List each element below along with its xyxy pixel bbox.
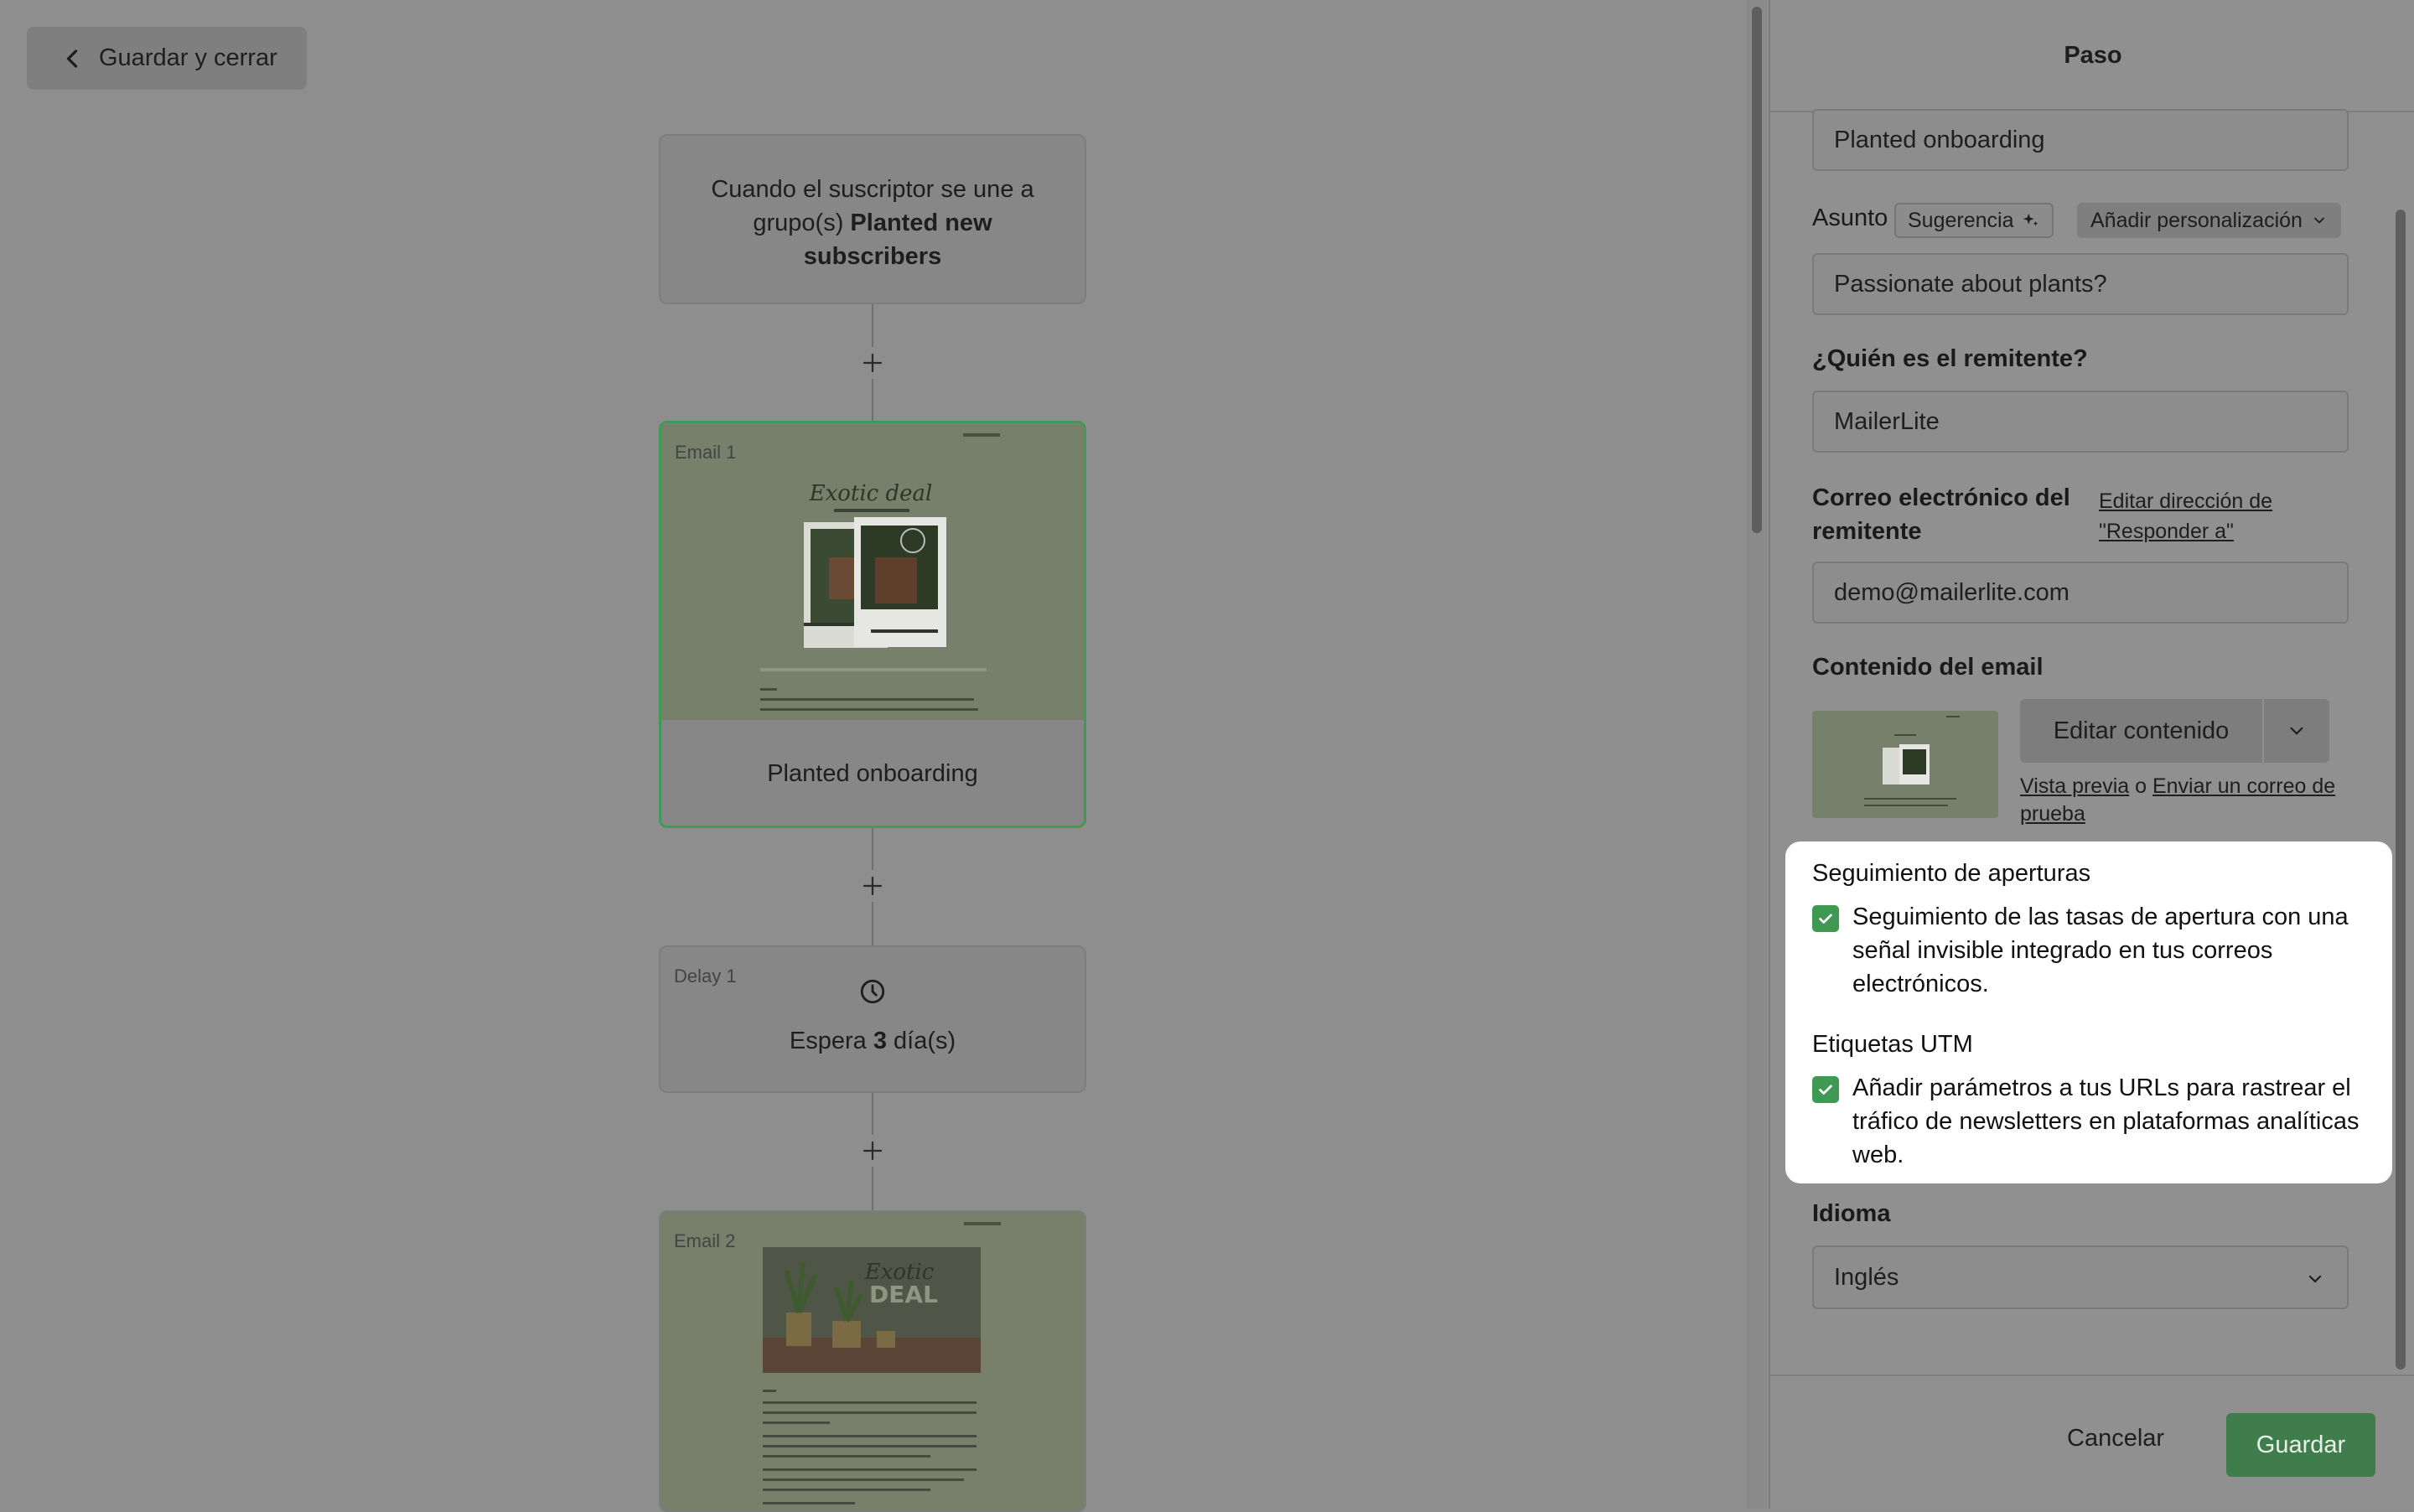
utm-checkbox[interactable] (1812, 1076, 1839, 1103)
delay-suffix: día(s) (886, 1028, 956, 1054)
panel-title: Paso (1770, 0, 2414, 112)
or-text: o (2129, 774, 2152, 798)
trigger-card[interactable]: Cuando el suscriptor se une a grupo(s) P… (659, 134, 1086, 304)
add-step-button[interactable] (857, 870, 888, 902)
delay-text: Espera 3 día(s) (660, 1028, 1085, 1055)
email-step-tag: Email 1 (675, 442, 737, 463)
language-label: Idioma (1812, 1200, 1891, 1227)
email-step-name: Planted onboarding (661, 720, 1084, 826)
add-step-button[interactable] (857, 347, 888, 379)
language-select[interactable]: Inglés (1812, 1245, 2349, 1309)
check-icon (1819, 1085, 1832, 1095)
sparkle-icon (2023, 213, 2038, 226)
preview-link[interactable]: Vista previa (2020, 774, 2129, 798)
canvas-scrollbar-thumb[interactable] (1752, 7, 1762, 533)
plus-icon (863, 353, 883, 373)
email-step-tag: Email 2 (674, 1230, 736, 1251)
sender-label: ¿Quién es el remitente? (1812, 345, 2088, 372)
language-value: Inglés (1834, 1263, 1899, 1291)
plus-icon (863, 1141, 883, 1161)
save-button[interactable]: Guardar (2226, 1413, 2375, 1477)
delay-step-card[interactable]: Delay 1 Espera 3 día(s) (659, 945, 1086, 1093)
save-and-close-label: Guardar y cerrar (99, 44, 277, 71)
delay-step-tag: Delay 1 (674, 966, 737, 986)
add-personalization-dropdown[interactable]: Añadir personalización (2077, 203, 2341, 238)
email-thumbnail: Exotic DEAL Email 2 (660, 1212, 1085, 1510)
delay-amount: 3 (873, 1028, 887, 1054)
suggestion-label: Sugerencia (1908, 208, 2014, 232)
email-preview-image: Exotic DEAL (660, 1212, 1085, 1510)
email-content-label: Contenido del email (1812, 654, 2044, 681)
svg-text:Exotic deal: Exotic deal (809, 481, 933, 506)
tracking-section: Seguimiento de aperturas Seguimiento de … (1785, 841, 2392, 1183)
sender-email-input[interactable]: demo@mailerlite.com (1812, 562, 2349, 624)
utm-title: Etiquetas UTM (1812, 1031, 1973, 1058)
chevron-down-icon (2290, 727, 2303, 735)
plus-icon (863, 876, 883, 896)
email-content-thumbnail[interactable] (1812, 711, 1998, 818)
preview-links: Vista previa o Enviar un correo de prueb… (2020, 773, 2355, 828)
open-tracking-description: Seguimiento de las tasas de apertura con… (1852, 904, 2349, 997)
subject-input[interactable]: Passionate about plants? (1812, 253, 2349, 315)
add-personalization-label: Añadir personalización (2090, 208, 2303, 232)
edit-content-button[interactable]: Editar contenido (2020, 699, 2262, 763)
email-preview-image: Exotic deal (661, 423, 1084, 720)
cancel-button[interactable]: Cancelar (2067, 1425, 2164, 1452)
add-step-button[interactable] (857, 1135, 888, 1167)
save-and-close-button[interactable]: Guardar y cerrar (27, 27, 307, 90)
email-step-card[interactable]: Exotic deal Email 1 Planted onboarding (659, 421, 1086, 828)
workflow-canvas: Guardar y cerrar Cuando el suscriptor se… (0, 0, 1747, 1512)
svg-text:DEAL: DEAL (869, 1281, 938, 1308)
open-tracking-checkbox[interactable] (1812, 905, 1839, 932)
check-icon (1819, 914, 1832, 924)
edit-content-dropdown[interactable] (2264, 699, 2329, 763)
email-thumbnail: Exotic deal Email 1 (661, 423, 1084, 720)
clock-icon (860, 979, 885, 1004)
chevron-left-icon (66, 49, 78, 68)
canvas-scrollbar[interactable] (1747, 0, 1767, 1509)
delay-prefix: Espera (789, 1028, 873, 1054)
utm-description: Añadir parámetros a tus URLs para rastre… (1852, 1074, 2360, 1168)
panel-scrollbar[interactable] (2396, 210, 2406, 1370)
suggestion-button[interactable]: Sugerencia (1894, 203, 2054, 238)
subject-label: Asunto (1812, 205, 1888, 231)
sender-email-label: Correo electrónico del remitente (1812, 484, 2070, 545)
open-tracking-title: Seguimiento de aperturas (1812, 860, 2091, 887)
email-name-input[interactable]: Planted onboarding (1812, 109, 2349, 171)
edit-reply-to-link[interactable]: Editar dirección de "Responder a" (2099, 486, 2350, 546)
sender-name-input[interactable]: MailerLite (1812, 391, 2349, 453)
email-step-card[interactable]: Exotic DEAL Email 2 (659, 1210, 1086, 1512)
email-content-preview-image (1812, 711, 1998, 818)
chevron-down-icon (2314, 217, 2324, 224)
chevron-down-icon (2308, 1275, 2322, 1283)
panel-footer: Cancelar Guardar (1770, 1375, 2414, 1509)
step-settings-panel: Paso Planted onboarding Asunto Sugerenci… (1769, 0, 2414, 1509)
